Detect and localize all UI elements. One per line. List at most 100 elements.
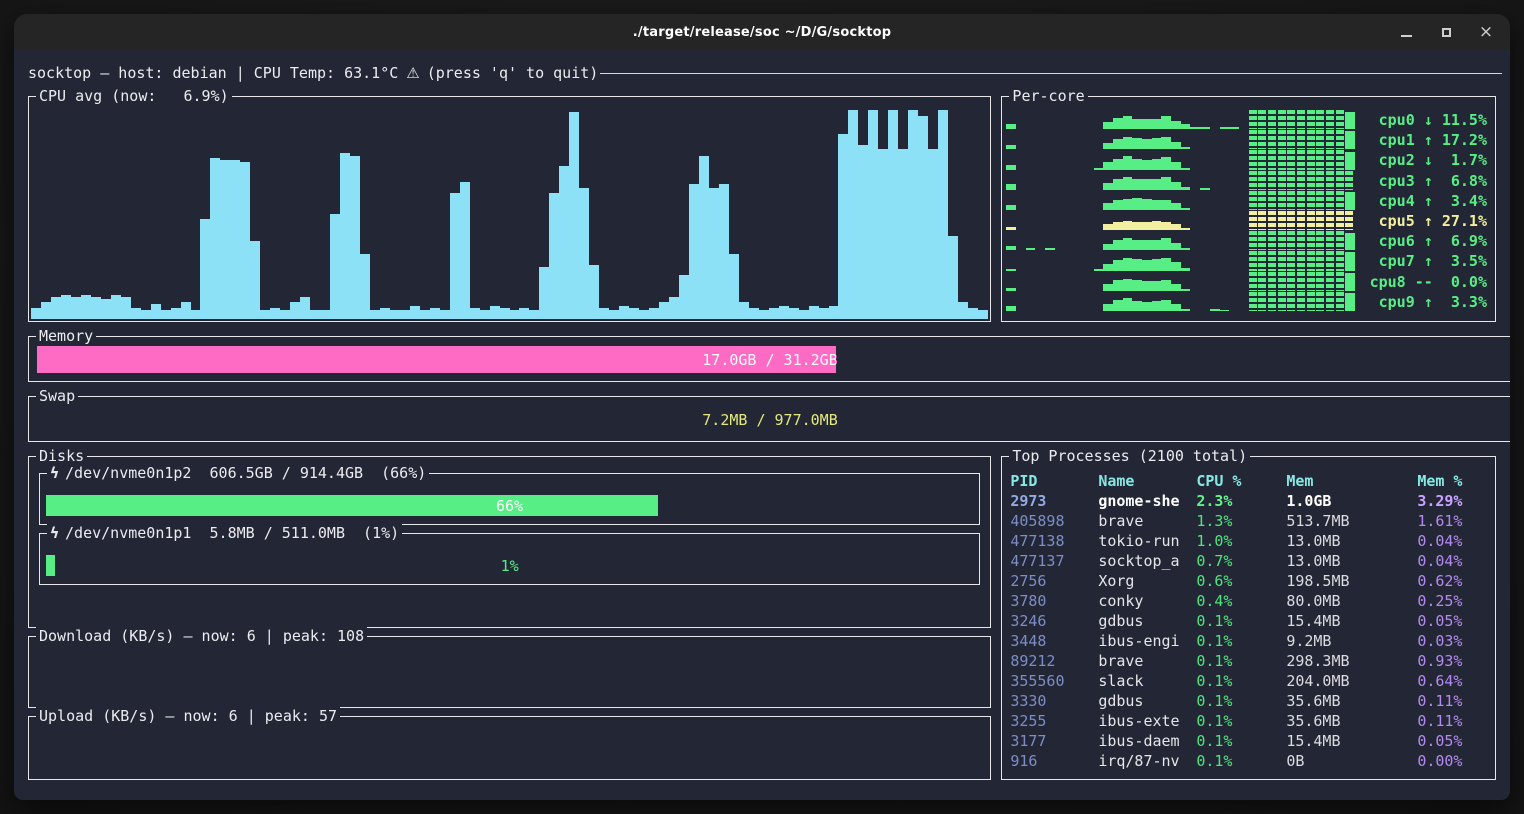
chart-bar	[978, 310, 988, 319]
memory-bar: 17.0GB / 31.2GB 17.0GB / 31.2GB	[37, 346, 1503, 373]
chart-bar	[470, 308, 480, 319]
disk-usage-label: 1%	[46, 555, 973, 576]
chart-bar	[958, 302, 968, 319]
chart-bar	[729, 254, 739, 319]
chart-bar	[270, 308, 280, 319]
chart-bar	[519, 308, 529, 319]
chart-bar	[878, 149, 888, 319]
maximize-button[interactable]	[1438, 24, 1454, 40]
chart-bar	[350, 156, 360, 320]
core-row: cpu5 ↑ 27.1%	[1006, 211, 1487, 231]
process-row[interactable]: 3255ibus-exte0.1%35.6MB0.11%	[1010, 711, 1489, 731]
chart-bar	[719, 184, 729, 319]
chart-bar	[250, 241, 260, 319]
top-processes-title: Top Processes (2100 total)	[1009, 447, 1250, 465]
chart-bar	[589, 265, 599, 320]
cpu-avg-chart	[31, 101, 988, 319]
chart-bar	[380, 308, 390, 319]
core-row: cpu6 ↑ 6.9%	[1006, 231, 1487, 251]
process-row[interactable]: 477137socktop_a0.7%13.0MB0.04%	[1010, 551, 1489, 571]
core-label: cpu7 ↑ 3.5%	[1355, 251, 1487, 271]
chart-bar	[918, 116, 928, 319]
core-row: cpu2 ↓ 1.7%	[1006, 150, 1487, 170]
core-row: cpu0 ↓ 11.5%	[1006, 110, 1487, 130]
chart-bar	[490, 306, 500, 319]
disk-label: /dev/nvme0n1p2 606.5GB / 914.4GB (66%)	[65, 464, 426, 482]
chart-bar	[858, 145, 868, 319]
chart-bar	[101, 299, 111, 319]
chart-bar	[370, 310, 380, 319]
chart-bar	[330, 214, 340, 319]
core-sparkline	[1006, 191, 1355, 211]
process-row[interactable]: 89212brave0.1%298.3MB0.93%	[1010, 651, 1489, 671]
chart-bar	[619, 306, 629, 319]
chart-bar	[240, 162, 250, 319]
core-sparkline	[1006, 292, 1355, 312]
chart-bar	[709, 188, 719, 319]
process-row[interactable]: 2756Xorg0.6%198.5MB0.62%	[1010, 571, 1489, 591]
process-row[interactable]: 916irq/87-nv0.1%0B0.00%	[1010, 751, 1489, 771]
window-title: ./target/release/soc ~/D/G/socktop	[633, 25, 892, 40]
process-row[interactable]: 3177ibus-daem0.1%15.4MB0.05%	[1010, 731, 1489, 751]
chart-bar	[151, 304, 161, 319]
core-row: cpu8 -- 0.0%	[1006, 272, 1487, 292]
chart-bar	[609, 310, 619, 319]
percore-title: Per-core	[1009, 87, 1087, 105]
chart-bar	[539, 267, 549, 319]
process-row[interactable]: 477138tokio-run1.0%13.0MB0.04%	[1010, 531, 1489, 551]
core-label: cpu8 -- 0.0%	[1355, 272, 1487, 292]
chart-bar	[809, 306, 819, 319]
chart-bar	[848, 110, 858, 319]
process-table: PIDNameCPU %MemMem %2973gnome-she2.3%1.0…	[1010, 471, 1489, 771]
upload-chart	[31, 725, 988, 777]
core-label: cpu6 ↑ 6.9%	[1355, 231, 1487, 251]
process-row[interactable]: 405898brave1.3%513.7MB1.61%	[1010, 511, 1489, 531]
chart-bar	[779, 306, 789, 319]
core-row: cpu4 ↑ 3.4%	[1006, 191, 1487, 211]
chart-bar	[500, 308, 510, 319]
chart-bar	[290, 302, 300, 319]
chart-bar	[420, 310, 430, 319]
chart-bar	[549, 193, 559, 319]
chart-bar	[599, 308, 609, 319]
core-label: cpu2 ↓ 1.7%	[1355, 150, 1487, 170]
chart-bar	[480, 310, 490, 319]
maximize-icon	[1442, 28, 1451, 37]
chart-bar	[789, 308, 799, 319]
minimize-button[interactable]	[1398, 24, 1414, 40]
process-row[interactable]: 355560slack0.1%204.0MB0.64%	[1010, 671, 1489, 691]
upload-panel: Upload (KB/s) — now: 6 | peak: 57	[28, 716, 991, 780]
process-row[interactable]: 3448ibus-engi0.1%9.2MB0.03%	[1010, 631, 1489, 651]
download-chart	[31, 645, 988, 705]
process-row[interactable]: 3330gdbus0.1%35.6MB0.11%	[1010, 691, 1489, 711]
chart-bar	[928, 149, 938, 319]
download-title: Download (KB/s) — now: 6 | peak: 108	[36, 627, 367, 645]
chart-bar	[360, 254, 370, 319]
chart-bar	[131, 308, 141, 319]
core-row: cpu1 ↑ 17.2%	[1006, 130, 1487, 150]
process-row[interactable]: 3780conky0.4%80.0MB0.25%	[1010, 591, 1489, 611]
minimize-icon	[1401, 35, 1412, 37]
chart-bar	[440, 310, 450, 319]
chart-bar	[819, 308, 829, 319]
close-button[interactable]: ×	[1478, 24, 1494, 40]
chart-bar	[669, 297, 679, 319]
core-label: cpu3 ↑ 6.8%	[1355, 171, 1487, 191]
chart-bar	[280, 310, 290, 319]
chart-bar	[868, 110, 878, 319]
top-processes-panel: Top Processes (2100 total) PIDNameCPU %M…	[1001, 456, 1496, 780]
chart-bar	[320, 310, 330, 319]
memory-panel: Memory 17.0GB / 31.2GB 17.0GB / 31.2GB	[28, 336, 1510, 382]
process-table-header: PIDNameCPU %MemMem %	[1010, 471, 1489, 491]
quit-hint-text: (press 'q' to quit)	[427, 64, 599, 82]
chart-bar	[759, 310, 769, 319]
chart-bar	[888, 110, 898, 319]
chart-bar	[390, 310, 400, 319]
chart-bar	[91, 297, 101, 319]
process-row[interactable]: 2973gnome-she2.3%1.0GB3.29%	[1010, 491, 1489, 511]
disks-title: Disks	[36, 447, 87, 465]
core-sparkline	[1006, 171, 1355, 191]
process-row[interactable]: 3246gdbus0.1%15.4MB0.05%	[1010, 611, 1489, 631]
core-sparkline	[1006, 272, 1355, 292]
chart-bar	[31, 308, 41, 319]
